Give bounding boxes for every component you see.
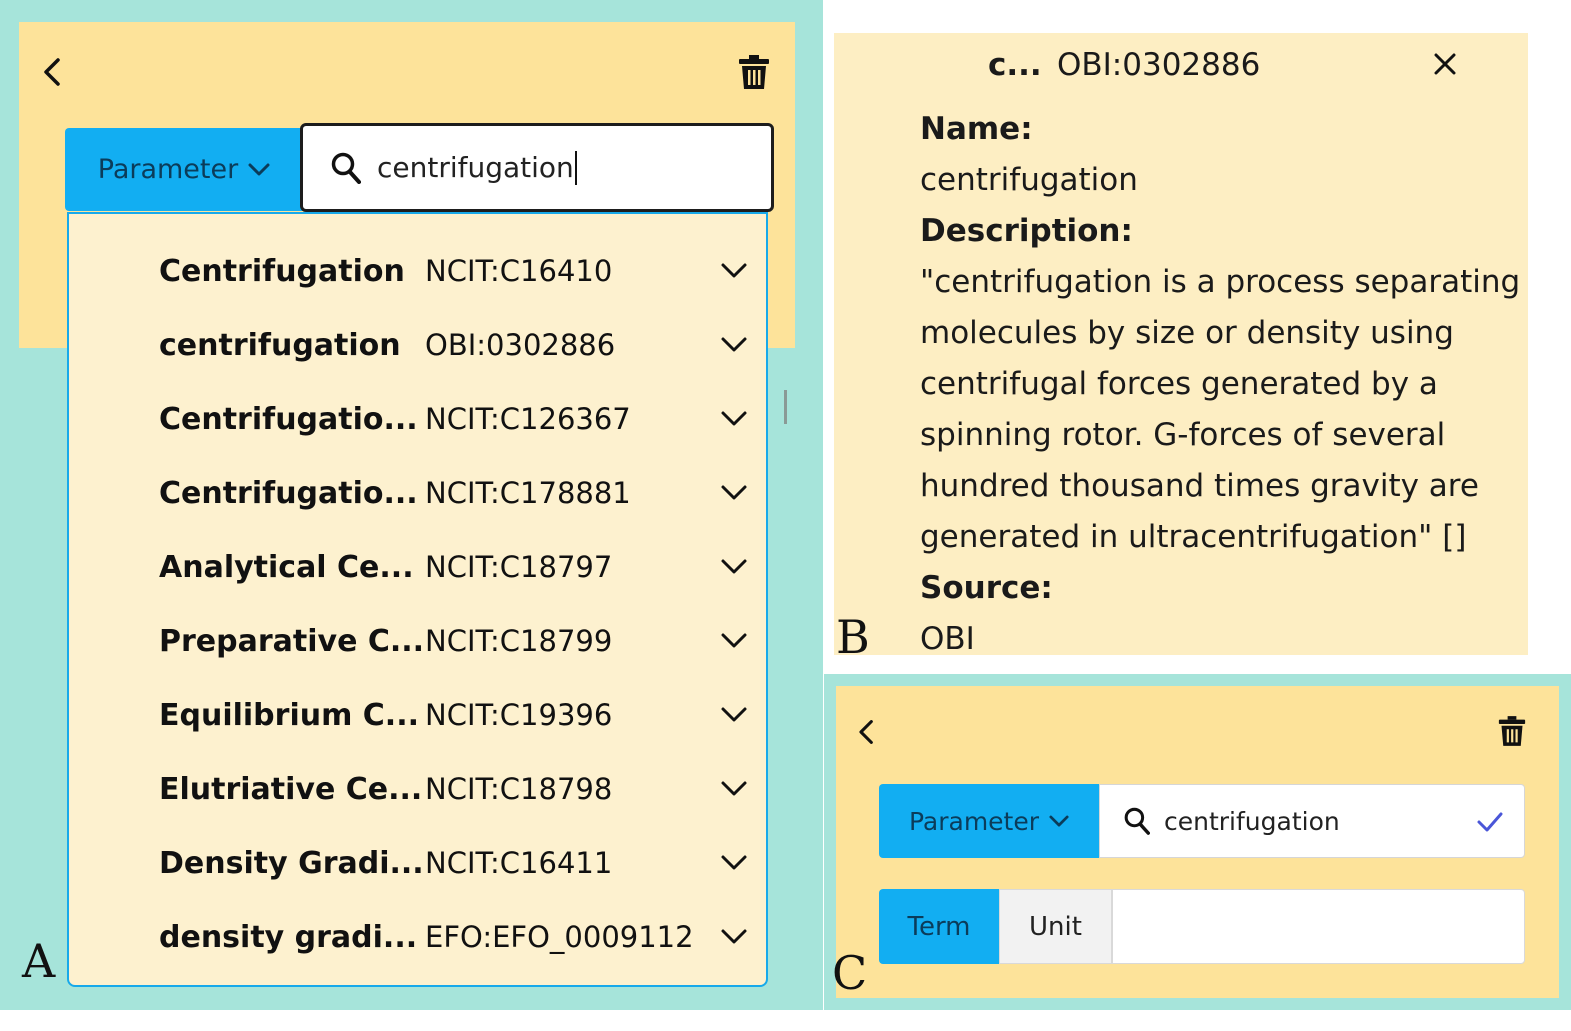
chevron-down-icon[interactable]: [720, 705, 748, 725]
tab-unit[interactable]: Unit: [999, 889, 1112, 964]
chevron-left-icon[interactable]: [854, 718, 880, 746]
name-value: centrifugation: [920, 162, 1138, 198]
close-icon[interactable]: [1434, 53, 1456, 75]
scrollbar-thumb[interactable]: [784, 390, 787, 424]
result-id: EFO:EFO_0009112: [425, 920, 694, 954]
details-header-abbrev: c...: [988, 47, 1042, 83]
source-value: OBI: [920, 621, 975, 657]
panel-a: Parameter centrifugation Centrifugation …: [0, 0, 823, 1010]
search-input-value: centrifugation: [377, 151, 574, 184]
search-input[interactable]: centrifugation: [300, 123, 774, 212]
name-label: Name:: [920, 111, 1033, 147]
parameter-dropdown-button[interactable]: Parameter: [65, 128, 303, 211]
panel-label-a: A: [22, 934, 56, 988]
checkmark-icon: [1477, 812, 1503, 832]
chevron-down-icon[interactable]: [720, 927, 748, 947]
result-row[interactable]: Density Gradi... NCIT:C16411: [69, 826, 766, 900]
search-input-value: centrifugation: [1164, 806, 1340, 836]
result-row[interactable]: Preparative C... NCIT:C18799: [69, 604, 766, 678]
chevron-down-icon: [248, 163, 270, 175]
parameter-button-label: Parameter: [97, 154, 239, 185]
result-id: NCIT:C19396: [425, 698, 613, 732]
result-row[interactable]: density gradi... EFO:EFO_0009112: [69, 900, 766, 974]
description-line: spinning rotor. G-forces of several: [920, 417, 1446, 453]
search-icon: [1124, 807, 1150, 835]
result-id: NCIT:C16410: [425, 254, 613, 288]
result-name: Centrifugatio...: [159, 475, 418, 511]
result-row[interactable]: Elutriative Ce... NCIT:C18798: [69, 752, 766, 826]
term-input[interactable]: [1112, 889, 1525, 964]
result-id: NCIT:C18797: [425, 550, 613, 584]
panel-label-c: C: [832, 946, 868, 1000]
search-icon: [331, 152, 361, 184]
result-name: density gradi...: [159, 919, 418, 955]
chevron-left-icon[interactable]: [38, 57, 68, 87]
tab-term[interactable]: Term: [879, 889, 999, 964]
result-row[interactable]: Centrifugatio... NCIT:C126367: [69, 382, 766, 456]
chevron-down-icon[interactable]: [720, 631, 748, 651]
panel-c: Parameter centrifugation Term Unit C: [824, 674, 1571, 1010]
chevron-down-icon[interactable]: [720, 557, 748, 577]
description-line: "centrifugation is a process separating: [920, 264, 1521, 300]
result-name: centrifugation: [159, 327, 401, 363]
description-line: centrifugal forces generated by a: [920, 366, 1438, 402]
trash-icon[interactable]: [1498, 716, 1526, 746]
chevron-down-icon: [1049, 815, 1069, 826]
description-line: generated in ultracentrifugation" []: [920, 519, 1467, 555]
result-id: NCIT:C18799: [425, 624, 613, 658]
result-row[interactable]: Analytical Ce... NCIT:C18797: [69, 530, 766, 604]
chevron-down-icon[interactable]: [720, 779, 748, 799]
parameter-button-label: Parameter: [908, 806, 1040, 836]
result-id: NCIT:C126367: [425, 402, 631, 436]
result-name: Centrifugatio...: [159, 401, 418, 437]
parameter-dropdown-button[interactable]: Parameter: [879, 784, 1099, 858]
chevron-down-icon[interactable]: [720, 261, 748, 281]
panel-label-b: B: [836, 610, 870, 664]
result-name: Elutriative Ce...: [159, 771, 423, 807]
result-name: Analytical Ce...: [159, 549, 414, 585]
text-cursor: [574, 150, 577, 185]
result-row[interactable]: Centrifugatio... NCIT:C178881: [69, 456, 766, 530]
details-header-id: OBI:0302886: [1057, 47, 1261, 83]
panel-b-term-details: c... OBI:0302886 Name: centrifugation De…: [834, 33, 1528, 657]
result-row[interactable]: centrifugation OBI:0302886: [69, 308, 766, 382]
trash-icon[interactable]: [738, 55, 770, 89]
chevron-down-icon[interactable]: [720, 853, 748, 873]
result-name: Equilibrium C...: [159, 697, 419, 733]
source-label: Source:: [920, 570, 1053, 606]
chevron-down-icon[interactable]: [720, 409, 748, 429]
result-id: NCIT:C178881: [425, 476, 631, 510]
search-input[interactable]: centrifugation: [1099, 784, 1525, 858]
result-id: NCIT:C16411: [425, 846, 613, 880]
result-id: OBI:0302886: [425, 328, 616, 362]
search-results-dropdown: Centrifugation NCIT:C16410 centrifugatio…: [67, 212, 768, 987]
result-name: Density Gradi...: [159, 845, 424, 881]
result-name: Preparative C...: [159, 623, 425, 659]
result-row[interactable]: Centrifugation NCIT:C16410: [69, 234, 766, 308]
description-label: Description:: [920, 213, 1133, 249]
chevron-down-icon[interactable]: [720, 483, 748, 503]
description-line: hundred thousand times gravity are: [920, 468, 1479, 504]
result-id: NCIT:C18798: [425, 772, 613, 806]
description-line: molecules by size or density using: [920, 315, 1454, 351]
chevron-down-icon[interactable]: [720, 335, 748, 355]
result-name: Centrifugation: [159, 253, 405, 289]
result-row[interactable]: Equilibrium C... NCIT:C19396: [69, 678, 766, 752]
